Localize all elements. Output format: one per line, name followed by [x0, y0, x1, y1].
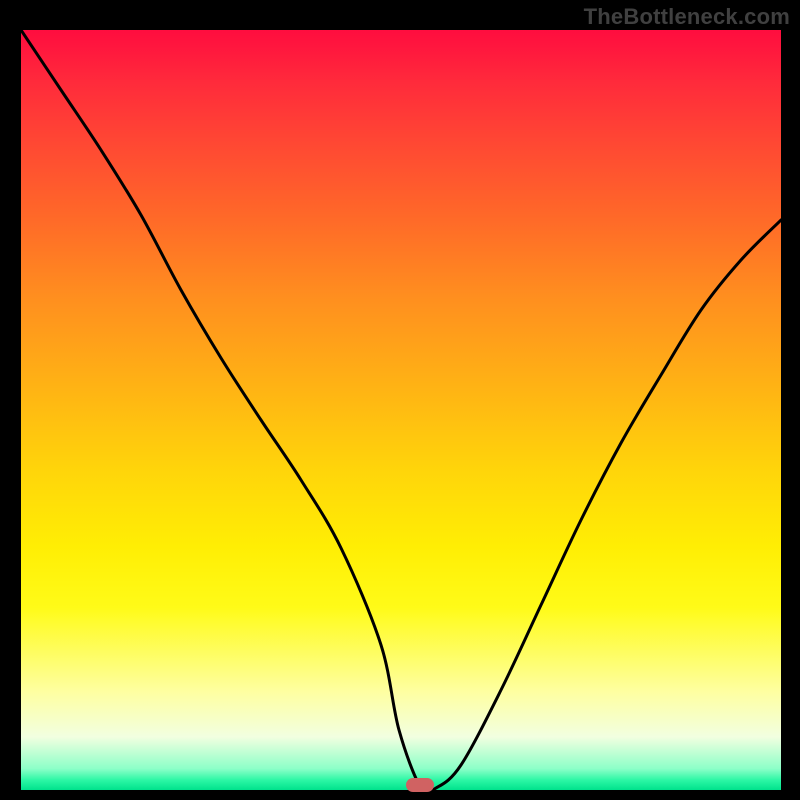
- bottleneck-curve: [21, 30, 781, 790]
- curve-path: [21, 30, 781, 790]
- optimum-marker: [406, 778, 434, 792]
- chart-container: TheBottleneck.com: [0, 0, 800, 800]
- watermark-text: TheBottleneck.com: [584, 4, 790, 30]
